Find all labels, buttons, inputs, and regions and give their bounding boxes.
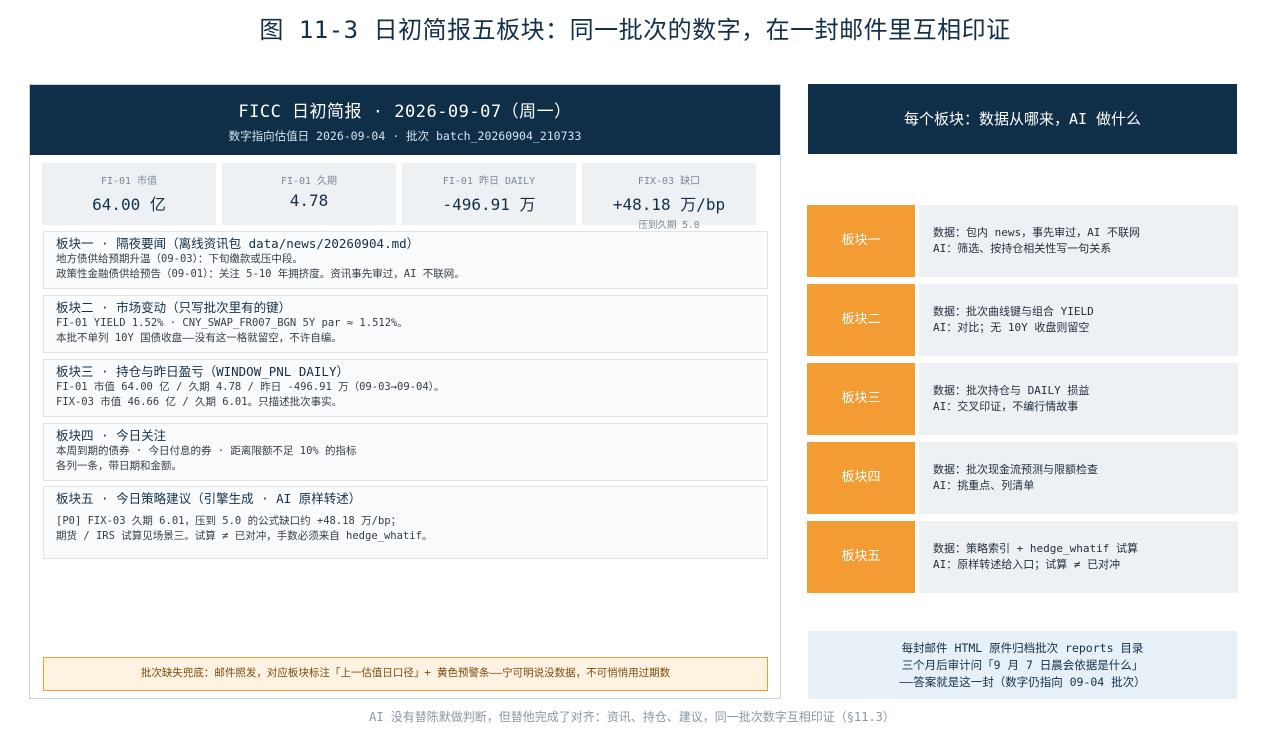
row-ai-role: AI：交叉印证，不编行情故事 bbox=[933, 400, 1079, 413]
row-ai-role: AI：原样转述给入口；试算 ≠ 已对冲 bbox=[933, 558, 1121, 571]
row-source: 数据：包内 news，事先审过，AI 不联网 bbox=[933, 226, 1140, 239]
section-block-4: 板块四 · 今日关注 本周到期的债券 · 今日付息的券 · 距离限额不足 10%… bbox=[43, 423, 768, 481]
panel-row-5: 板块五 数据：策略索引 + hedge_whatif 试算 AI：原样转述给入口… bbox=[807, 521, 1238, 593]
metric-card-fix03-gap: FIX-03 缺口 +48.18 万/bp 压到久期 5.0 bbox=[582, 163, 756, 231]
section-line: [P0] FIX-03 久期 6.01，压到 5.0 的公式缺口约 +48.18… bbox=[56, 515, 402, 527]
email-title: FICC 日初简报 · 2026-09-07（周一） bbox=[238, 102, 572, 122]
panel-title: 每个板块：数据从哪来，AI 做什么 bbox=[808, 84, 1237, 154]
row-ai-role: AI：筛选、按持仓相关性写一句关系 bbox=[933, 242, 1112, 255]
archive-note: 每封邮件 HTML 原件归档批次 reports 目录 三个月后审计问「9 月 … bbox=[808, 631, 1237, 699]
metric-label: FI-01 市值 bbox=[100, 176, 158, 187]
metric-note: 压到久期 5.0 bbox=[638, 220, 700, 231]
section-line: 各列一条，带日期和金额。 bbox=[56, 460, 182, 472]
metric-label: FI-01 昨日 DAILY bbox=[442, 176, 536, 187]
section-line: 本周到期的债券 · 今日付息的券 · 距离限额不足 10% 的指标 bbox=[56, 445, 357, 457]
row-description: 数据：包内 news，事先审过，AI 不联网 AI：筛选、按持仓相关性写一句关系 bbox=[919, 205, 1238, 277]
row-source: 数据：策略索引 + hedge_whatif 试算 bbox=[933, 542, 1138, 555]
section-block-1: 板块一 · 隔夜要闻（离线资讯包 data/news/20260904.md） … bbox=[43, 231, 768, 289]
row-ai-role: AI：挑重点、列清单 bbox=[933, 479, 1035, 492]
metric-value: 64.00 亿 bbox=[92, 195, 166, 214]
fallback-warning-bar: 批次缺失兜底：邮件照发，对应板块标注「上一估值日口径」+ 黄色预警条——宁可明说… bbox=[43, 657, 768, 691]
section-title: 板块一 · 隔夜要闻（离线资讯包 data/news/20260904.md） bbox=[56, 236, 420, 251]
section-block-3: 板块三 · 持仓与昨日盈亏（WINDOW_PNL DAILY） FI-01 市值… bbox=[43, 359, 768, 417]
section-block-5: 板块五 · 今日策略建议（引擎生成 · AI 原样转述） [P0] FIX-03… bbox=[43, 486, 768, 559]
metric-card-fi01-duration: FI-01 久期 4.78 bbox=[222, 163, 396, 225]
metric-cards: FI-01 市值 64.00 亿 FI-01 久期 4.78 FI-01 昨日 … bbox=[30, 155, 780, 231]
row-source: 数据：批次曲线键与组合 YIELD bbox=[933, 305, 1094, 318]
section-title: 板块五 · 今日策略建议（引擎生成 · AI 原样转述） bbox=[56, 491, 362, 506]
section-line: 期货 / IRS 试算见场景三。试算 ≠ 已对冲，手数必须来自 hedge_wh… bbox=[56, 530, 433, 542]
note-line: 每封邮件 HTML 原件归档批次 reports 目录 bbox=[901, 641, 1144, 655]
row-label: 板块五 bbox=[807, 521, 915, 593]
metric-label: FIX-03 缺口 bbox=[637, 176, 701, 187]
panel-row-4: 板块四 数据：批次现金流预测与限额检查 AI：挑重点、列清单 bbox=[807, 442, 1238, 514]
row-label: 板块二 bbox=[807, 284, 915, 356]
figure-title: 图 11-3 日初简报五板块：同一批次的数字，在一封邮件里互相印证 bbox=[259, 16, 1011, 44]
metric-value: +48.18 万/bp bbox=[612, 195, 726, 214]
panel-row-2: 板块二 数据：批次曲线键与组合 YIELD AI：对比；无 10Y 收盘则留空 bbox=[807, 284, 1238, 356]
section-block-2: 板块二 · 市场变动（只写批次里有的键） FI-01 YIELD 1.52% ·… bbox=[43, 295, 768, 353]
metric-value: -496.91 万 bbox=[442, 195, 536, 214]
row-source: 数据：批次现金流预测与限额检查 bbox=[933, 463, 1098, 476]
panel-row-3: 板块三 数据：批次持仓与 DAILY 损益 AI：交叉印证，不编行情故事 bbox=[807, 363, 1238, 435]
row-description: 数据：批次持仓与 DAILY 损益 AI：交叉印证，不编行情故事 bbox=[919, 363, 1238, 435]
section-line: FI-01 YIELD 1.52% · CNY_SWAP_FR007_BGN 5… bbox=[56, 317, 408, 329]
metric-card-fi01-mv: FI-01 市值 64.00 亿 bbox=[42, 163, 216, 225]
note-line: ——答案就是这一封（数字仍指向 09-04 批次） bbox=[899, 675, 1146, 689]
section-title: 板块四 · 今日关注 bbox=[56, 428, 167, 443]
metric-label: FI-01 久期 bbox=[280, 176, 338, 187]
row-source: 数据：批次持仓与 DAILY 损益 bbox=[933, 384, 1090, 397]
panel-row-1: 板块一 数据：包内 news，事先审过，AI 不联网 AI：筛选、按持仓相关性写… bbox=[807, 205, 1238, 277]
section-line: 地方债供给预期升温（09-03）：下旬缴款或压中段。 bbox=[56, 253, 303, 265]
section-line: FI-01 市值 64.00 亿 / 久期 4.78 / 昨日 -496.91 … bbox=[56, 381, 445, 393]
section-line: FIX-03 市值 46.66 亿 / 久期 6.01。只描述批次事实。 bbox=[56, 396, 343, 408]
metric-value: 4.78 bbox=[289, 191, 329, 210]
section-title: 板块三 · 持仓与昨日盈亏（WINDOW_PNL DAILY） bbox=[56, 364, 349, 379]
row-label: 板块一 bbox=[807, 205, 915, 277]
email-subtitle: 数字指向估值日 2026-09-04 · 批次 batch_20260904_2… bbox=[228, 129, 582, 143]
row-ai-role: AI：对比；无 10Y 收盘则留空 bbox=[933, 321, 1090, 334]
section-line: 政策性金融债供给预告（09-01）：关注 5-10 年拥挤度。资讯事先审过，AI… bbox=[56, 268, 465, 280]
email-preview: FICC 日初简报 · 2026-09-07（周一） 数字指向估值日 2026-… bbox=[29, 84, 781, 699]
row-description: 数据：批次现金流预测与限额检查 AI：挑重点、列清单 bbox=[919, 442, 1238, 514]
section-title: 板块二 · 市场变动（只写批次里有的键） bbox=[56, 300, 292, 315]
row-description: 数据：策略索引 + hedge_whatif 试算 AI：原样转述给入口；试算 … bbox=[919, 521, 1238, 593]
section-line: 本批不单列 10Y 国债收盘——没有这一格就留空，不许自编。 bbox=[56, 332, 342, 344]
row-description: 数据：批次曲线键与组合 YIELD AI：对比；无 10Y 收盘则留空 bbox=[919, 284, 1238, 356]
email-header: FICC 日初简报 · 2026-09-07（周一） 数字指向估值日 2026-… bbox=[30, 85, 780, 155]
row-label: 板块三 bbox=[807, 363, 915, 435]
row-label: 板块四 bbox=[807, 442, 915, 514]
metric-card-fi01-daily: FI-01 昨日 DAILY -496.91 万 bbox=[402, 163, 576, 225]
note-line: 三个月后审计问「9 月 7 日晨会依据是什么」 bbox=[901, 658, 1144, 672]
figure-caption: AI 没有替陈默做判断，但替他完成了对齐：资讯、持仓、建议，同一批次数字互相印证… bbox=[369, 710, 895, 724]
